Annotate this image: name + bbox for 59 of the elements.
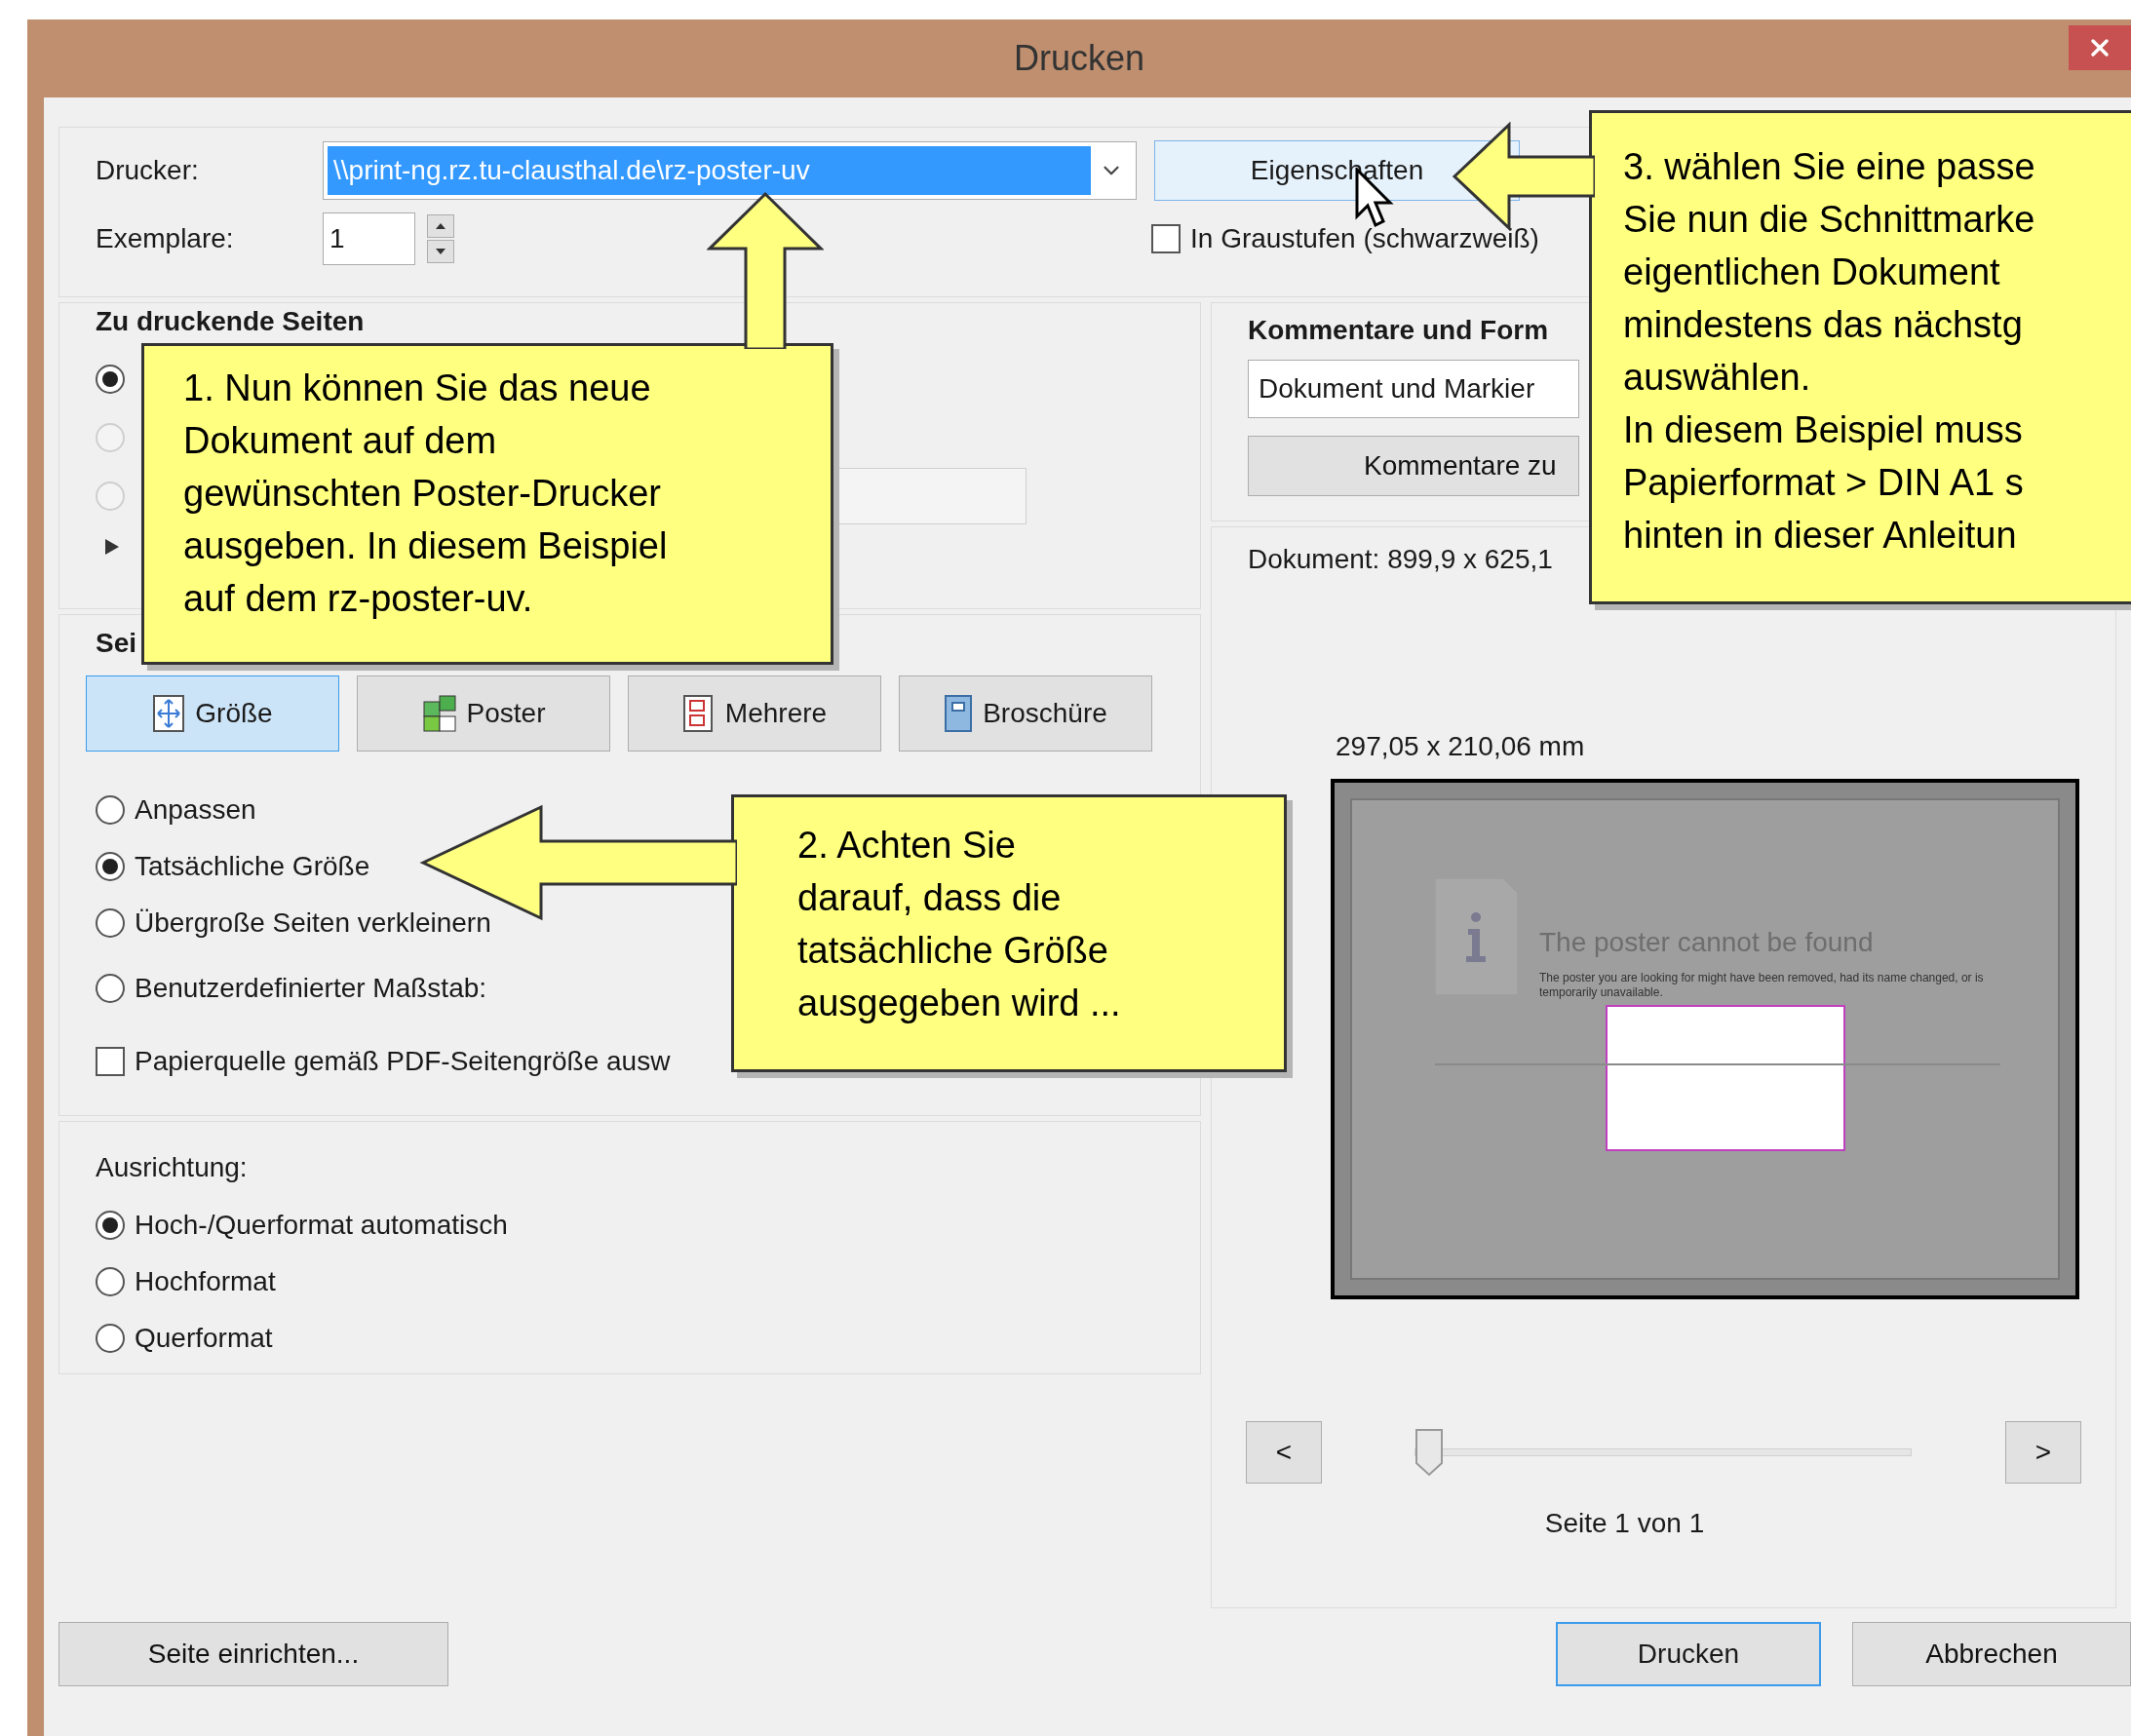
radio-button[interactable] <box>96 908 125 938</box>
page-size-text: 297,05 x 210,06 mm <box>1336 730 1586 763</box>
page-setup-button[interactable]: Seite einrichten... <box>58 1622 448 1686</box>
window-title: Drucken <box>1013 37 1145 80</box>
radio-button[interactable] <box>96 365 125 394</box>
print-button[interactable]: Drucken <box>1556 1622 1821 1686</box>
info-document-icon <box>1435 878 1518 995</box>
close-button[interactable] <box>2069 25 2131 70</box>
comments-dropdown[interactable]: Dokument und Markier <box>1248 360 1579 418</box>
radio-label: Querformat <box>135 1322 273 1355</box>
mode-button[interactable]: Broschüre <box>899 675 1152 752</box>
radio-label: Tatsächliche Größe <box>135 850 370 883</box>
radio-button[interactable] <box>96 1324 125 1353</box>
radio-button[interactable] <box>96 795 125 825</box>
poster-message: The poster you are looking for might have been removed, had its name changed, or is temporarily unavailable. <box>1539 971 1985 1000</box>
spin-down-button[interactable] <box>427 240 454 263</box>
booklet-icon <box>944 694 974 733</box>
radio-label: Anpassen <box>135 793 256 827</box>
checkbox[interactable] <box>1151 224 1181 253</box>
callout-text: 1. Nun können Sie das neue Dokument auf dem gewünschten Poster-Drucker ausgeben. In diesem Beispiel auf dem rz-poster-uv. <box>183 366 669 621</box>
radio-label: Benutzerdefinierter Maßstab: <box>135 972 487 1005</box>
radio-label: Hoch-/Querformat automatisch <box>135 1209 508 1242</box>
mode-button[interactable]: Mehrere <box>628 675 881 752</box>
section-heading: Kommentare und Form <box>1248 314 1549 347</box>
down-triangle-icon <box>436 249 446 254</box>
pages-icon <box>681 694 716 733</box>
radio-label: Übergroße Seiten verkleinern <box>135 907 491 940</box>
checkbox[interactable] <box>96 1047 125 1076</box>
document-size-text: Dokument: 899,9 x 625,1 <box>1248 543 1554 576</box>
tiles-icon <box>421 694 457 733</box>
expand-triangle-icon[interactable] <box>105 539 119 555</box>
comments-summary-button[interactable]: Kommentare zu <box>1248 436 1579 496</box>
previous-page-button[interactable]: < <box>1246 1421 1322 1484</box>
page-indicator: Seite 1 von 1 <box>1544 1507 1705 1540</box>
up-triangle-icon <box>436 223 446 229</box>
printer-label: Drucker: <box>96 154 200 187</box>
copies-label: Exemplare: <box>96 222 235 255</box>
grayscale-label: In Graustufen (schwarzweiß) <box>1190 222 1539 255</box>
next-page-button[interactable]: > <box>2005 1421 2081 1484</box>
radio-label: Hochformat <box>135 1265 276 1298</box>
page-range-field[interactable] <box>836 468 1027 524</box>
copies-field[interactable]: 1 <box>323 212 415 265</box>
cancel-button[interactable]: Abbrechen <box>1852 1622 2131 1686</box>
mode-button[interactable]: Poster <box>357 675 610 752</box>
checkbox-label: Papierquelle gemäß PDF-Seitengröße ausw <box>135 1045 671 1078</box>
page-slider[interactable] <box>1414 1428 1912 1477</box>
resize-arrows-icon <box>152 694 186 733</box>
section-heading: Zu druckende Seiten <box>96 307 365 336</box>
radio-button[interactable] <box>96 974 125 1003</box>
slider-thumb[interactable] <box>1414 1428 1444 1477</box>
callout-text: 2. Achten Sie darauf, dass die tatsächliche Größe ausgegeben wird ... <box>797 824 1122 1025</box>
orientation-label: Ausrichtung: <box>96 1151 249 1184</box>
mode-button[interactable]: Größe <box>86 675 339 752</box>
section-heading: Sei <box>96 627 138 660</box>
callout-text: 3. wählen Sie eine passe Sie nun die Schnittmarke eigentlichen Dokument mindestens das nächstg auswählen. In diesem Beispiel muss Papierformat > DIN A1 s hinten in dieser Anleitun <box>1623 145 2036 558</box>
spin-up-button[interactable] <box>427 214 454 238</box>
radio-button[interactable] <box>96 1267 125 1296</box>
radio-button[interactable] <box>96 1211 125 1240</box>
radio-button[interactable] <box>96 852 125 881</box>
